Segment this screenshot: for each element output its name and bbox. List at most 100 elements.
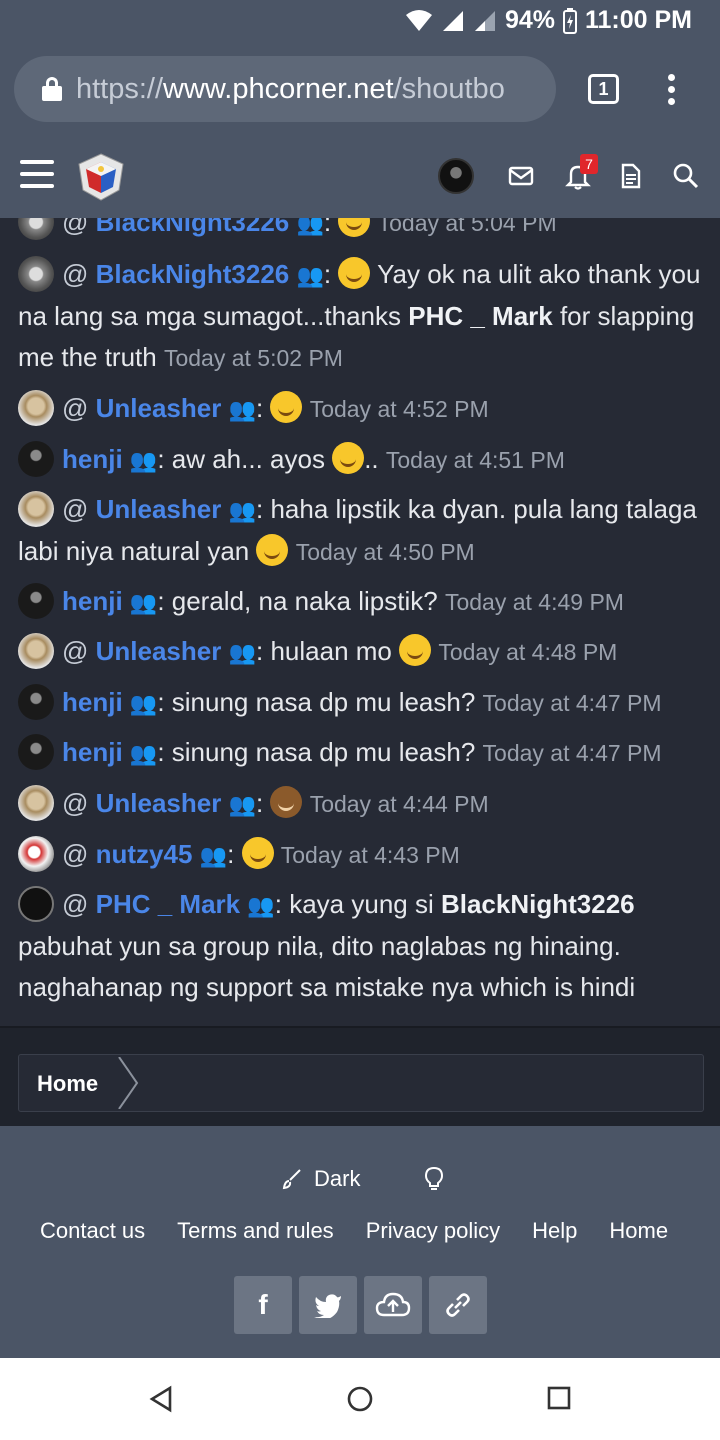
avatar[interactable] — [18, 886, 54, 922]
avatar[interactable] — [18, 390, 54, 426]
timestamp[interactable]: Today at 5:02 PM — [164, 345, 343, 371]
verified-user-icon: 👥 — [296, 263, 324, 288]
timestamp[interactable]: Today at 4:44 PM — [310, 791, 489, 817]
verified-user-icon: 👥 — [129, 590, 158, 615]
recents-icon[interactable] — [547, 1386, 571, 1410]
timestamp[interactable]: Today at 5:04 PM — [378, 218, 557, 236]
username-link[interactable]: BlackNight3226 — [96, 259, 290, 289]
username-link[interactable]: BlackNight3226 — [96, 218, 290, 237]
footer-link-contact[interactable]: Contact us — [40, 1218, 145, 1244]
timestamp[interactable]: Today at 4:52 PM — [310, 396, 489, 422]
browser-toolbar: https://www.phcorner.net/shoutbo 1 — [0, 44, 720, 136]
shout-message: @ Unleasher 👥: haha lipstik ka dyan. pul… — [18, 489, 702, 573]
shoutbox[interactable]: @ BlackNight3226 👥: Today at 5:04 PM @ B… — [0, 218, 720, 1026]
avatar[interactable] — [18, 633, 54, 669]
avatar[interactable] — [18, 734, 54, 770]
username-link[interactable]: nutzy45 — [96, 839, 193, 869]
site-header: 7 — [0, 136, 720, 218]
verified-user-icon: 👥 — [228, 397, 256, 422]
avatar[interactable] — [18, 836, 54, 872]
timestamp[interactable]: Today at 4:43 PM — [281, 842, 460, 868]
timestamp[interactable]: Today at 4:48 PM — [438, 639, 617, 665]
shout-message: henji 👥: gerald, na naka lipstik? Today … — [18, 581, 702, 623]
avatar[interactable] — [18, 256, 54, 292]
smile-emoji — [332, 442, 365, 474]
mail-icon[interactable] — [505, 160, 537, 192]
avatar[interactable] — [18, 785, 54, 821]
user-avatar[interactable] — [438, 158, 474, 194]
username-link[interactable]: henji — [62, 687, 123, 717]
username-link[interactable]: Unleasher — [96, 636, 222, 666]
facebook-icon[interactable]: f — [234, 1276, 292, 1334]
style-label[interactable]: Dark — [314, 1166, 360, 1192]
signal-icon-2 — [474, 10, 495, 31]
verified-user-icon: 👥 — [228, 792, 256, 817]
smile-emoji — [338, 257, 371, 289]
clock: 11:00 PM — [584, 6, 692, 34]
hamburger-menu-icon[interactable] — [20, 160, 54, 196]
link-icon[interactable] — [429, 1276, 487, 1334]
username-link[interactable]: PHC _ Mark — [96, 889, 241, 919]
lightbulb-icon[interactable] — [424, 1166, 444, 1192]
back-icon[interactable] — [148, 1385, 174, 1413]
social-links: f — [234, 1276, 487, 1334]
breadcrumb-bar: Home — [0, 1026, 720, 1126]
tab-switcher-button[interactable]: 1 — [588, 74, 619, 104]
see-no-evil-monkey-emoji — [270, 786, 303, 818]
mention: BlackNight3226 — [440, 889, 635, 919]
twitter-icon[interactable] — [299, 1276, 357, 1334]
shout-message: @ BlackNight3226 👥: Today at 5:04 PM — [18, 218, 702, 244]
style-chooser[interactable]: Dark — [280, 1166, 444, 1192]
message-text: kaya yung si — [289, 889, 441, 919]
footer-link-home[interactable]: Home — [609, 1218, 668, 1244]
username-link[interactable]: henji — [62, 737, 123, 767]
cloud-upload-icon[interactable] — [364, 1276, 422, 1334]
document-icon[interactable] — [614, 160, 646, 192]
url-text[interactable]: https://www.phcorner.net/shoutbo — [76, 73, 505, 106]
username-link[interactable]: Unleasher — [96, 393, 222, 423]
username-link[interactable]: Unleasher — [96, 494, 222, 524]
username-link[interactable]: henji — [62, 444, 123, 474]
verified-user-icon: 👥 — [228, 498, 256, 523]
paintbrush-icon — [282, 1169, 301, 1190]
username-link[interactable]: Unleasher — [96, 788, 222, 818]
breadcrumb-chevron-icon — [118, 1057, 139, 1109]
timestamp[interactable]: Today at 4:50 PM — [296, 539, 475, 565]
sweat-smile-emoji — [256, 534, 289, 566]
avatar[interactable] — [18, 441, 54, 477]
message-text: aw ah... ayos — [171, 444, 333, 474]
verified-user-icon: 👥 — [129, 448, 158, 473]
lock-icon — [42, 77, 62, 101]
notification-badge: 7 — [580, 154, 598, 174]
mention: PHC _ Mark — [408, 301, 553, 331]
avatar[interactable] — [18, 218, 54, 240]
message-text: hulaan mo — [270, 636, 400, 666]
timestamp[interactable]: Today at 4:47 PM — [483, 690, 662, 716]
browser-menu-icon[interactable] — [668, 74, 676, 110]
status-bar: 94% 11:00 PM — [0, 0, 720, 44]
avatar[interactable] — [18, 583, 54, 619]
battery-percent: 94% — [504, 6, 555, 34]
system-navigation-bar — [0, 1358, 720, 1440]
shout-message: henji 👥: sinung nasa dp mu leash? Today … — [18, 682, 702, 724]
search-icon[interactable] — [670, 160, 702, 192]
site-logo[interactable] — [76, 152, 126, 202]
breadcrumb-home-link[interactable]: Home — [37, 1071, 98, 1097]
timestamp[interactable]: Today at 4:47 PM — [483, 740, 662, 766]
shout-message: @ Unleasher 👥: hulaan mo Today at 4:48 P… — [18, 631, 702, 673]
timestamp[interactable]: Today at 4:49 PM — [445, 589, 624, 615]
smile-emoji — [338, 218, 371, 237]
footer-link-privacy[interactable]: Privacy policy — [366, 1218, 500, 1244]
avatar[interactable] — [18, 491, 54, 527]
verified-user-icon: 👥 — [228, 640, 256, 665]
home-icon[interactable] — [346, 1385, 374, 1413]
url-bar[interactable]: https://www.phcorner.net/shoutbo — [14, 56, 556, 122]
avatar[interactable] — [18, 684, 54, 720]
message-text: sinung nasa dp mu leash? — [171, 737, 476, 767]
footer-link-terms[interactable]: Terms and rules — [177, 1218, 334, 1244]
shout-message: @ Unleasher 👥: Today at 4:44 PM — [18, 783, 702, 825]
message-text: pabuhat yun sa group nila, dito naglabas… — [18, 931, 636, 1002]
username-link[interactable]: henji — [62, 586, 123, 616]
footer-link-help[interactable]: Help — [532, 1218, 577, 1244]
timestamp[interactable]: Today at 4:51 PM — [386, 447, 565, 473]
